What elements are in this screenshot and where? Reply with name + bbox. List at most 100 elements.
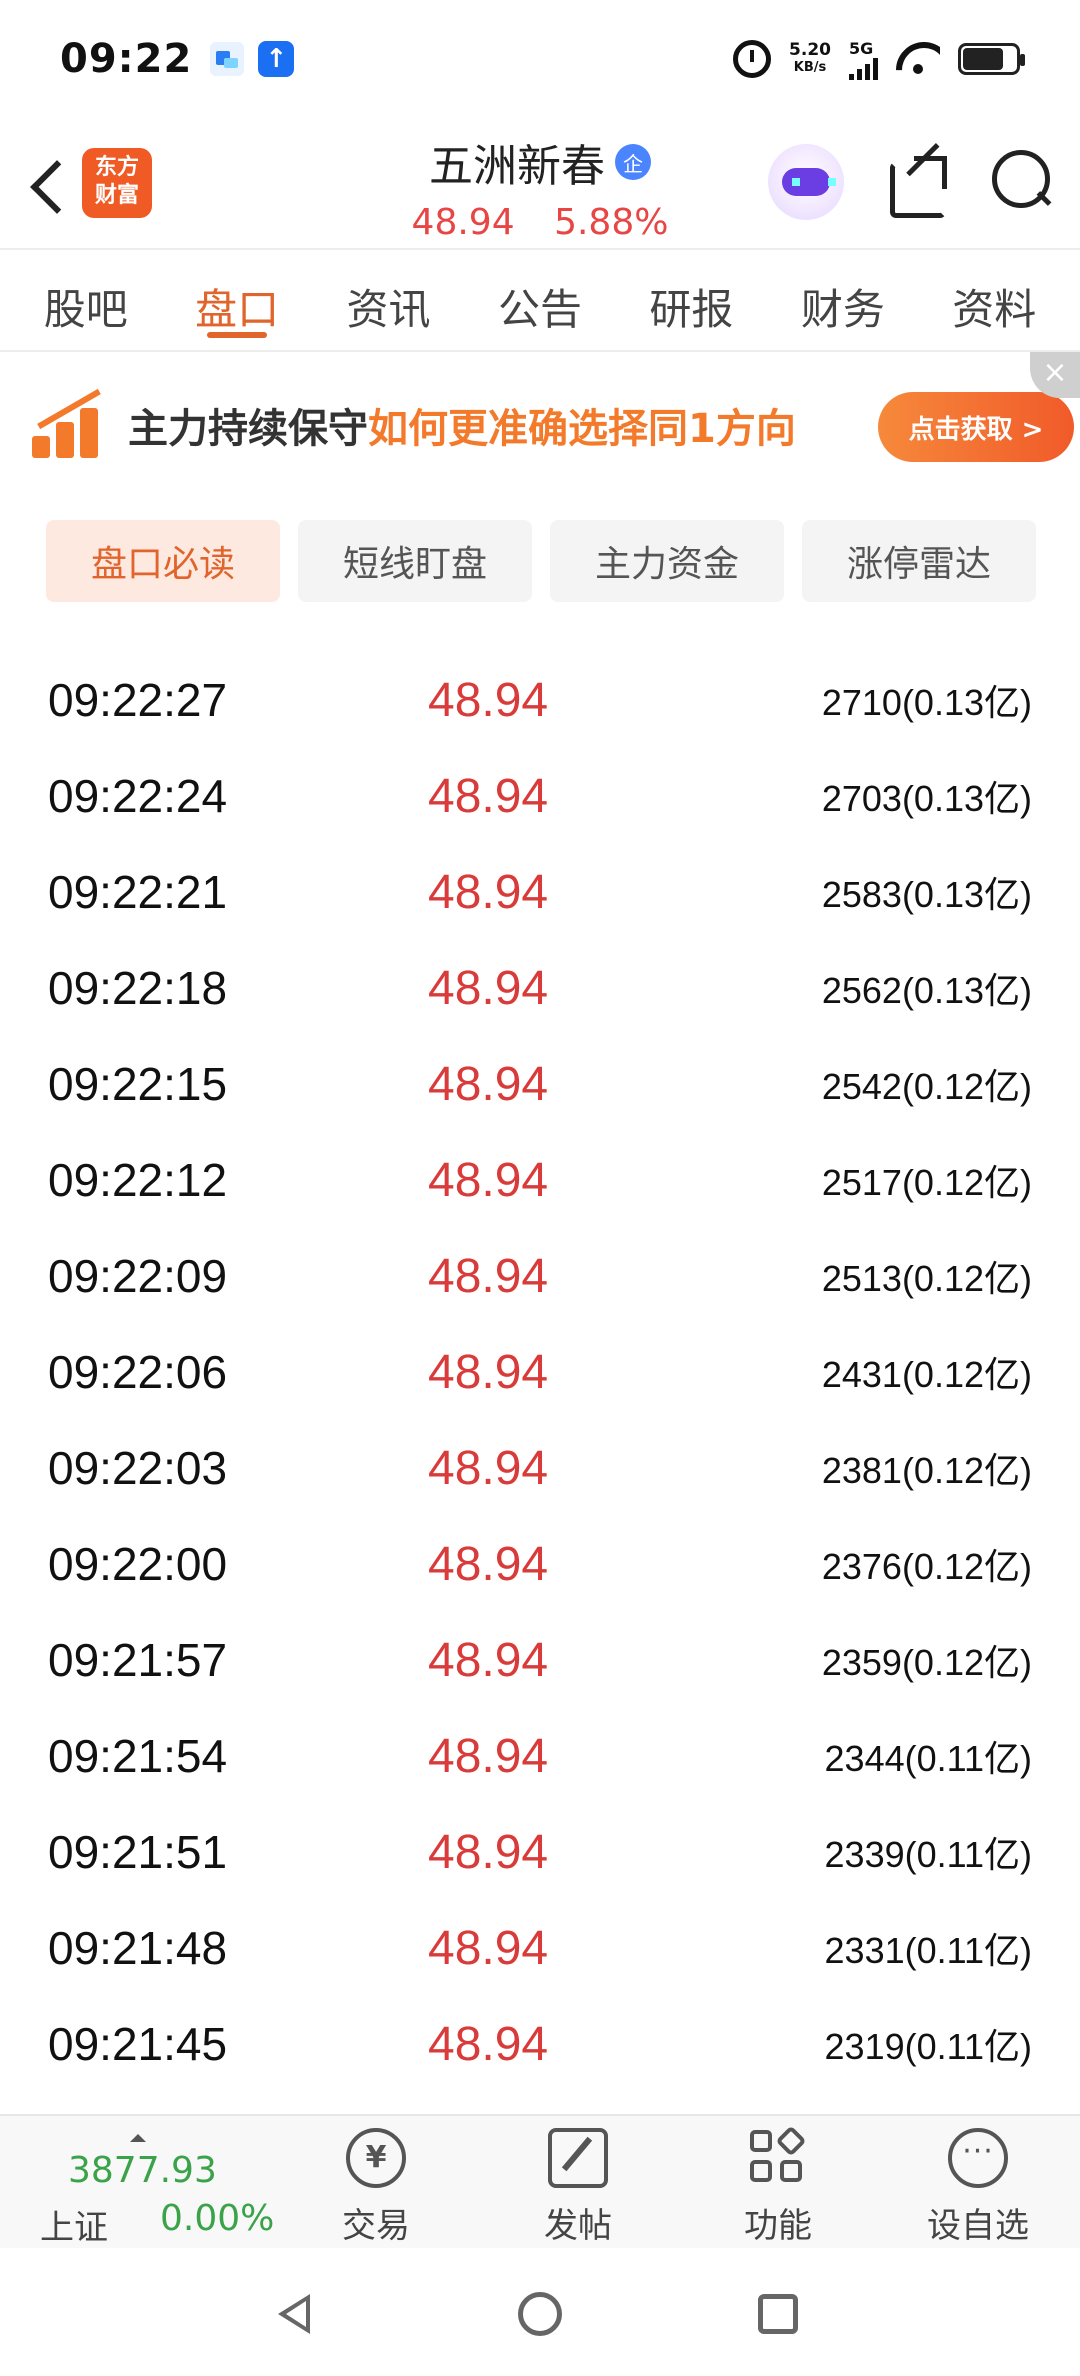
tick-list[interactable]: 09:22:27 48.94 2710(0.13亿) 09:22:24 48.9…: [0, 652, 1080, 2092]
tick-volume: 2344(0.11亿): [824, 1738, 1032, 1779]
tick-row: 09:21:48 48.94 2331(0.11亿): [0, 1900, 1080, 1996]
tick-row: 09:22:06 48.94 2431(0.12亿): [0, 1324, 1080, 1420]
ai-assistant-avatar[interactable]: [768, 144, 844, 220]
tab-pankou[interactable]: 盘口: [195, 252, 279, 348]
post-label: 发帖: [544, 2206, 612, 2246]
tick-price: 48.94: [428, 1345, 549, 1399]
post-button[interactable]: 发帖: [508, 2128, 648, 2248]
tick-time: 09:22:00: [48, 1538, 228, 1590]
tick-volume: 2513(0.12亿): [821, 1258, 1032, 1299]
stock-tabs: 股吧 盘口 资讯 公告 研报 财务 资料: [0, 252, 1080, 348]
tick-time: 09:22:15: [48, 1058, 228, 1110]
logo-line-1: 东方: [94, 155, 139, 180]
tick-price: 48.94: [428, 1921, 549, 1975]
trend-chart-icon: [30, 388, 104, 458]
pankou-subtabs: 盘口必读 短线盯盘 主力资金 涨停雷达: [46, 520, 1046, 602]
tick-price: 48.94: [428, 1153, 549, 1207]
tab-research[interactable]: 研报: [649, 252, 733, 348]
tick-volume: 2331(0.11亿): [824, 1930, 1032, 1971]
grid-icon: [748, 2125, 808, 2188]
system-back-icon[interactable]: [278, 2294, 310, 2334]
stock-title[interactable]: 五洲新春 企 48.94 5.88%: [340, 130, 740, 243]
app-header: 东方 财富 五洲新春 企 48.94 5.88%: [0, 118, 1080, 248]
banner-get-button[interactable]: 点击获取 >: [878, 392, 1074, 462]
tick-time: 09:21:48: [48, 1922, 228, 1974]
tick-time: 09:22:18: [48, 962, 228, 1014]
tick-row: 09:21:45 48.94 2319(0.11亿): [0, 1996, 1080, 2092]
function-button[interactable]: 功能: [708, 2125, 848, 2248]
tab-profile[interactable]: 资料: [952, 252, 1036, 348]
stock-change-pct: 5.88%: [554, 202, 669, 243]
back-button[interactable]: [26, 158, 66, 218]
more-dots-icon: ···: [948, 2128, 1008, 2188]
add-favorite-button[interactable]: ··· 设自选: [908, 2128, 1048, 2248]
subtab-must-read[interactable]: 盘口必读: [46, 520, 280, 602]
expand-up-icon: [130, 2134, 146, 2142]
tick-volume: 2703(0.13亿): [821, 778, 1032, 819]
tick-time: 09:21:54: [48, 1730, 228, 1782]
net-speed-unit: KB/s: [793, 60, 827, 75]
app-logo[interactable]: 东方 财富: [82, 148, 152, 218]
tick-volume: 2381(0.12亿): [821, 1450, 1032, 1491]
tab-guba[interactable]: 股吧: [44, 252, 128, 348]
divider: [0, 248, 1080, 250]
promo-banner[interactable]: 主力持续保守如何更准确选择同1方向 点击获取 > ×: [0, 352, 1080, 492]
system-home-icon[interactable]: [518, 2292, 562, 2336]
signal-icon: 5G: [849, 39, 878, 80]
wifi-icon: [896, 42, 940, 76]
tick-row: 09:22:09 48.94 2513(0.12亿): [0, 1228, 1080, 1324]
status-time: 09:22: [60, 36, 193, 82]
tick-volume: 2542(0.12亿): [821, 1066, 1032, 1107]
tick-row: 09:22:00 48.94 2376(0.12亿): [0, 1516, 1080, 1612]
tick-row: 09:21:57 48.94 2359(0.12亿): [0, 1612, 1080, 1708]
function-label: 功能: [744, 2206, 812, 2246]
tick-volume: 2517(0.12亿): [821, 1162, 1032, 1203]
tick-time: 09:22:03: [48, 1442, 228, 1494]
tick-time: 09:22:24: [48, 770, 228, 822]
subtab-limit-radar[interactable]: 涨停雷达: [802, 520, 1036, 602]
tick-volume: 2583(0.13亿): [821, 874, 1032, 915]
tick-volume: 2562(0.13亿): [821, 970, 1032, 1011]
tab-finance[interactable]: 财务: [801, 252, 885, 348]
tick-price: 48.94: [428, 865, 549, 919]
status-right: 5.20 KB/s 5G: [733, 39, 1025, 80]
yen-cycle-icon: ¥: [346, 2128, 406, 2188]
upload-notification-icon: ↑: [258, 41, 295, 77]
enterprise-badge: 企: [615, 144, 651, 180]
tick-row: 09:22:12 48.94 2517(0.12亿): [0, 1132, 1080, 1228]
system-recents-icon[interactable]: [758, 2294, 798, 2334]
tick-row: 09:22:18 48.94 2562(0.13亿): [0, 940, 1080, 1036]
index-name: 上证: [40, 2208, 108, 2248]
tab-announcements[interactable]: 公告: [498, 252, 582, 348]
logo-line-2: 财富: [94, 183, 139, 208]
net-speed-value: 5.20: [789, 40, 831, 60]
tick-price: 48.94: [428, 961, 549, 1015]
tab-news[interactable]: 资讯: [347, 252, 431, 348]
index-ticker[interactable]: 3877.93 上证 0.00%: [36, 2134, 296, 2248]
trade-button[interactable]: ¥ 交易: [306, 2128, 446, 2248]
tick-volume: 2710(0.13亿): [821, 682, 1032, 723]
tick-price: 48.94: [428, 1537, 549, 1591]
tick-price: 48.94: [428, 1057, 549, 1111]
tick-time: 09:22:27: [48, 674, 228, 726]
stock-price: 48.94: [411, 202, 515, 243]
tick-row: 09:21:54 48.94 2344(0.11亿): [0, 1708, 1080, 1804]
tick-volume: 2431(0.12亿): [821, 1354, 1032, 1395]
tick-time: 09:22:12: [48, 1154, 228, 1206]
tick-price: 48.94: [428, 1633, 549, 1687]
bottom-toolbar: 3877.93 上证 0.00% ¥ 交易 发帖 功能 ··· 设自选: [0, 2114, 1080, 2248]
index-value: 3877.93: [68, 2150, 217, 2191]
tick-price: 48.94: [428, 1441, 549, 1495]
tick-time: 09:21:51: [48, 1826, 228, 1878]
banner-text: 主力持续保守如何更准确选择同1方向: [128, 396, 796, 454]
status-bar: 09:22 ↑ 5.20 KB/s 5G: [0, 0, 1080, 118]
network-type: 5G: [849, 38, 874, 58]
app-notification-icon: [210, 42, 245, 76]
tick-volume: 2339(0.11亿): [824, 1834, 1032, 1875]
subtab-main-funds[interactable]: 主力资金: [550, 520, 784, 602]
subtab-short-watch[interactable]: 短线盯盘: [298, 520, 532, 602]
stock-name: 五洲新春: [429, 141, 605, 192]
search-icon[interactable]: [990, 148, 1054, 212]
trade-label: 交易: [342, 2206, 410, 2246]
notification-icons: ↑: [210, 41, 295, 77]
